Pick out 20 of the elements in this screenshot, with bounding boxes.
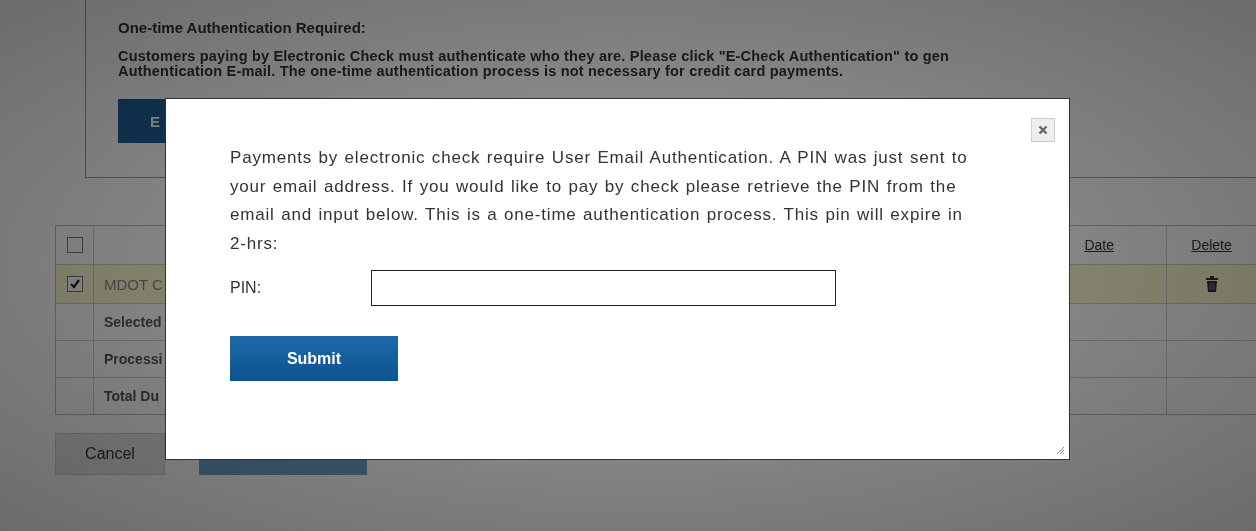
pin-field[interactable] xyxy=(371,270,836,306)
checkbox[interactable] xyxy=(66,237,83,253)
notice-text: Customers paying by Electronic Check must authenticate who they are. Please click "E-Check Authentication" to gen xyxy=(118,49,951,64)
cancel-button[interactable]: Cancel xyxy=(55,433,165,475)
date-column-link[interactable]: Date xyxy=(1084,237,1114,253)
summary-label: Selected xyxy=(103,314,162,330)
submit-button[interactable]: Submit xyxy=(230,336,398,381)
dialog-message: Payments by electronic check require User Email Authentication. A PIN was just sent to your email address. If you would like to pay by check please retrieve the PIN from the email and input below. This is a one-time authentication process. This pin will expire in 2-hrs: xyxy=(230,147,969,255)
item-name: MDOT C xyxy=(103,275,163,293)
checkbox[interactable] xyxy=(66,276,83,292)
summary-label: Total Du xyxy=(103,388,159,404)
close-button[interactable] xyxy=(1031,118,1055,142)
notice-text: Authentication E-mail. The one-time authentication process is not necessary for credit card payments. xyxy=(118,64,845,79)
trash-icon[interactable] xyxy=(1205,276,1218,292)
delete-column-link[interactable]: Delete xyxy=(1191,237,1232,253)
summary-label: Processi xyxy=(103,351,163,367)
notice-title: One-time Authentication Required: xyxy=(118,19,367,36)
close-icon[interactable] xyxy=(1038,125,1048,135)
resize-grip-icon[interactable] xyxy=(1056,446,1065,455)
pin-label: PIN: xyxy=(230,279,263,297)
